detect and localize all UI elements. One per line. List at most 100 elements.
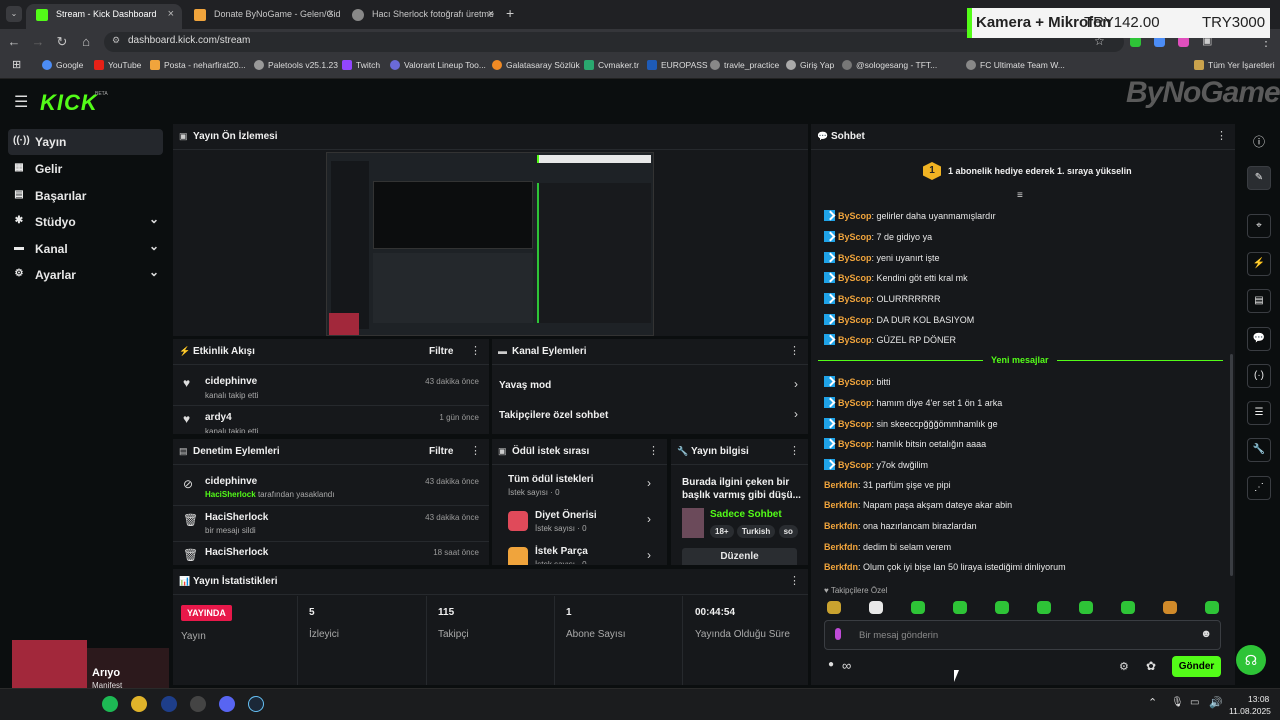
chat-scrollbar[interactable] — [1230, 354, 1233, 576]
forward-icon[interactable]: → — [30, 34, 46, 49]
info-icon[interactable]: ⓘ — [1253, 133, 1265, 150]
chat-username[interactable]: ByScop — [838, 398, 872, 408]
mod-target-username[interactable]: cidephinve — [205, 476, 257, 487]
emote-icon[interactable] — [1205, 601, 1219, 614]
tab-kick-dashboard[interactable]: Stream - Kick Dashboard × — [26, 4, 182, 29]
bookmark-twitch[interactable]: Twitch — [342, 60, 380, 70]
emote-icon[interactable] — [1037, 601, 1051, 614]
bookmark-sologesang[interactable]: @sologesang - TFT... — [842, 60, 937, 70]
activity-username[interactable]: ardy4 — [205, 412, 232, 423]
home-icon[interactable]: ⌂ — [78, 34, 94, 49]
filter-button[interactable]: Filtre — [429, 346, 453, 357]
gift-leaderboard-banner[interactable]: 1 1 abonelik hediye ederek 1. sıraya yük… — [811, 154, 1235, 188]
rail-list-button[interactable]: ☰ — [1247, 401, 1271, 425]
more-options-icon[interactable]: ⋮ — [648, 444, 659, 457]
close-tab-icon[interactable]: × — [328, 4, 334, 24]
sidebar-item-studyo[interactable]: ✱ Stüdyo ⌄ — [8, 209, 163, 235]
kick-logo[interactable]: KICK — [40, 90, 98, 116]
more-options-icon[interactable]: ⋮ — [470, 344, 481, 357]
emote-icon[interactable] — [869, 601, 883, 614]
chat-username[interactable]: ByScop — [838, 253, 872, 263]
channel-points-icon[interactable]: ● — [828, 659, 834, 670]
emote-icon[interactable] — [1079, 601, 1093, 614]
rail-focus-button[interactable]: ⌖ — [1247, 214, 1271, 238]
chat-settings-gear-icon[interactable]: ⚙ — [1119, 660, 1129, 673]
support-headset-button[interactable]: ☊ — [1236, 645, 1266, 675]
clock-time[interactable]: 13:08 — [1248, 694, 1269, 704]
emote-icon[interactable] — [1121, 601, 1135, 614]
emote-icon[interactable] — [995, 601, 1009, 614]
close-tab-icon[interactable]: × — [168, 4, 174, 24]
bookmark-travle[interactable]: travle_practice — [710, 60, 779, 70]
emote-icon[interactable] — [827, 601, 841, 614]
tag-chip[interactable]: Turkish — [736, 525, 776, 538]
new-tab-button[interactable]: + — [506, 5, 514, 21]
chat-username[interactable]: ByScop — [838, 273, 872, 283]
rail-tools-button[interactable]: 🔧 — [1247, 438, 1271, 462]
spotify-icon[interactable] — [102, 696, 118, 712]
emoji-icon[interactable]: ☻ — [1200, 628, 1212, 640]
activity-username[interactable]: cidephinve — [205, 376, 257, 387]
chat-username[interactable]: ByScop — [838, 232, 872, 242]
chat-emote-menu-icon[interactable]: ✿ — [1146, 659, 1156, 673]
category-name[interactable]: Sadece Sohbet — [710, 509, 782, 520]
rail-notes-button[interactable]: ▤ — [1247, 289, 1271, 313]
back-icon[interactable]: ← — [6, 34, 22, 49]
rail-bolt-button[interactable]: ⚡ — [1247, 252, 1271, 276]
more-options-icon[interactable]: ⋮ — [1216, 129, 1227, 142]
stream-preview-video[interactable] — [326, 152, 654, 336]
bookmark-google[interactable]: Google — [42, 60, 83, 70]
rail-share-button[interactable]: ⋰ — [1247, 476, 1271, 500]
all-bookmarks[interactable]: Tüm Yer İşaretleri — [1194, 60, 1275, 70]
sidebar-item-gelir[interactable]: ▦ Gelir — [8, 156, 163, 182]
chat-username[interactable]: ByScop — [838, 211, 872, 221]
discord-icon[interactable] — [219, 696, 235, 712]
apps-grid-icon[interactable]: ⊞ — [12, 58, 21, 71]
tab-sherlock[interactable]: Hacı Sherlock fotoğrafı üretme × — [342, 4, 502, 29]
mod-target-username[interactable]: HaciSherlock — [205, 512, 268, 523]
bookmark-posta[interactable]: Posta - neharfirat20... — [150, 60, 246, 70]
tag-chip[interactable]: so — [778, 525, 798, 538]
site-info-icon[interactable]: ⚙ — [112, 35, 120, 46]
filter-button[interactable]: Filtre — [429, 446, 453, 457]
app-icon[interactable] — [161, 696, 177, 712]
chat-username[interactable]: Berkfdn — [824, 521, 858, 531]
bookmark-europass[interactable]: EUROPASS — [647, 60, 708, 70]
mod-actor[interactable]: HaciSherlock — [205, 490, 256, 499]
more-options-icon[interactable]: ⋮ — [470, 444, 481, 457]
close-tab-icon[interactable]: × — [488, 4, 494, 24]
microphone-tray-icon[interactable]: 🎙 — [1171, 697, 1184, 708]
chat-pinned-toggle-icon[interactable]: ≡ — [1017, 190, 1023, 201]
chat-input-field[interactable]: Bir mesaj gönderin ☻ — [824, 620, 1221, 650]
obs-icon[interactable] — [190, 696, 206, 712]
network-icon[interactable]: ▭ — [1190, 697, 1199, 708]
bookmark-galatasaray[interactable]: Galatasaray Sözlük — [492, 60, 580, 70]
chat-username[interactable]: Berkfdn — [824, 500, 858, 510]
chat-username[interactable]: ByScop — [838, 294, 872, 304]
microphone-icon[interactable] — [835, 628, 841, 640]
chat-username[interactable]: ByScop — [838, 315, 872, 325]
steam-icon[interactable] — [248, 696, 264, 712]
sidebar-item-yayin[interactable]: ((·)) Yayın — [8, 129, 163, 155]
bookmark-paletools[interactable]: Paletools v25.1.23 — [254, 60, 338, 70]
mod-target-username[interactable]: HaciSherlock — [205, 547, 268, 558]
send-message-button[interactable]: Gönder — [1172, 656, 1221, 677]
emote-icon[interactable] — [953, 601, 967, 614]
emote-icon[interactable] — [1163, 601, 1177, 614]
chat-username[interactable]: Berkfdn — [824, 562, 858, 572]
bookmark-youtube[interactable]: YouTube — [94, 60, 141, 70]
chrome-icon[interactable] — [131, 696, 147, 712]
chat-username[interactable]: ByScop — [838, 377, 872, 387]
volume-icon[interactable]: 🔊 — [1209, 696, 1223, 709]
chat-username[interactable]: ByScop — [838, 460, 872, 470]
tab-search-button[interactable]: ⌄ — [6, 6, 22, 22]
rail-broadcast-button[interactable]: (·) — [1247, 364, 1271, 388]
bookmark-fc-ultimate[interactable]: FC Ultimate Team W... — [966, 60, 1065, 70]
sidebar-item-ayarlar[interactable]: ⚙ Ayarlar ⌄ — [8, 262, 163, 288]
tray-chevron-icon[interactable]: ⌃ — [1148, 696, 1157, 709]
rail-chat-button[interactable]: 💬 — [1247, 327, 1271, 351]
sidebar-item-basarilar[interactable]: ▤ Başarılar — [8, 183, 163, 209]
edit-stream-info-button[interactable]: Düzenle — [682, 548, 797, 565]
chat-username[interactable]: ByScop — [838, 419, 872, 429]
more-options-icon[interactable]: ⋮ — [789, 444, 800, 457]
